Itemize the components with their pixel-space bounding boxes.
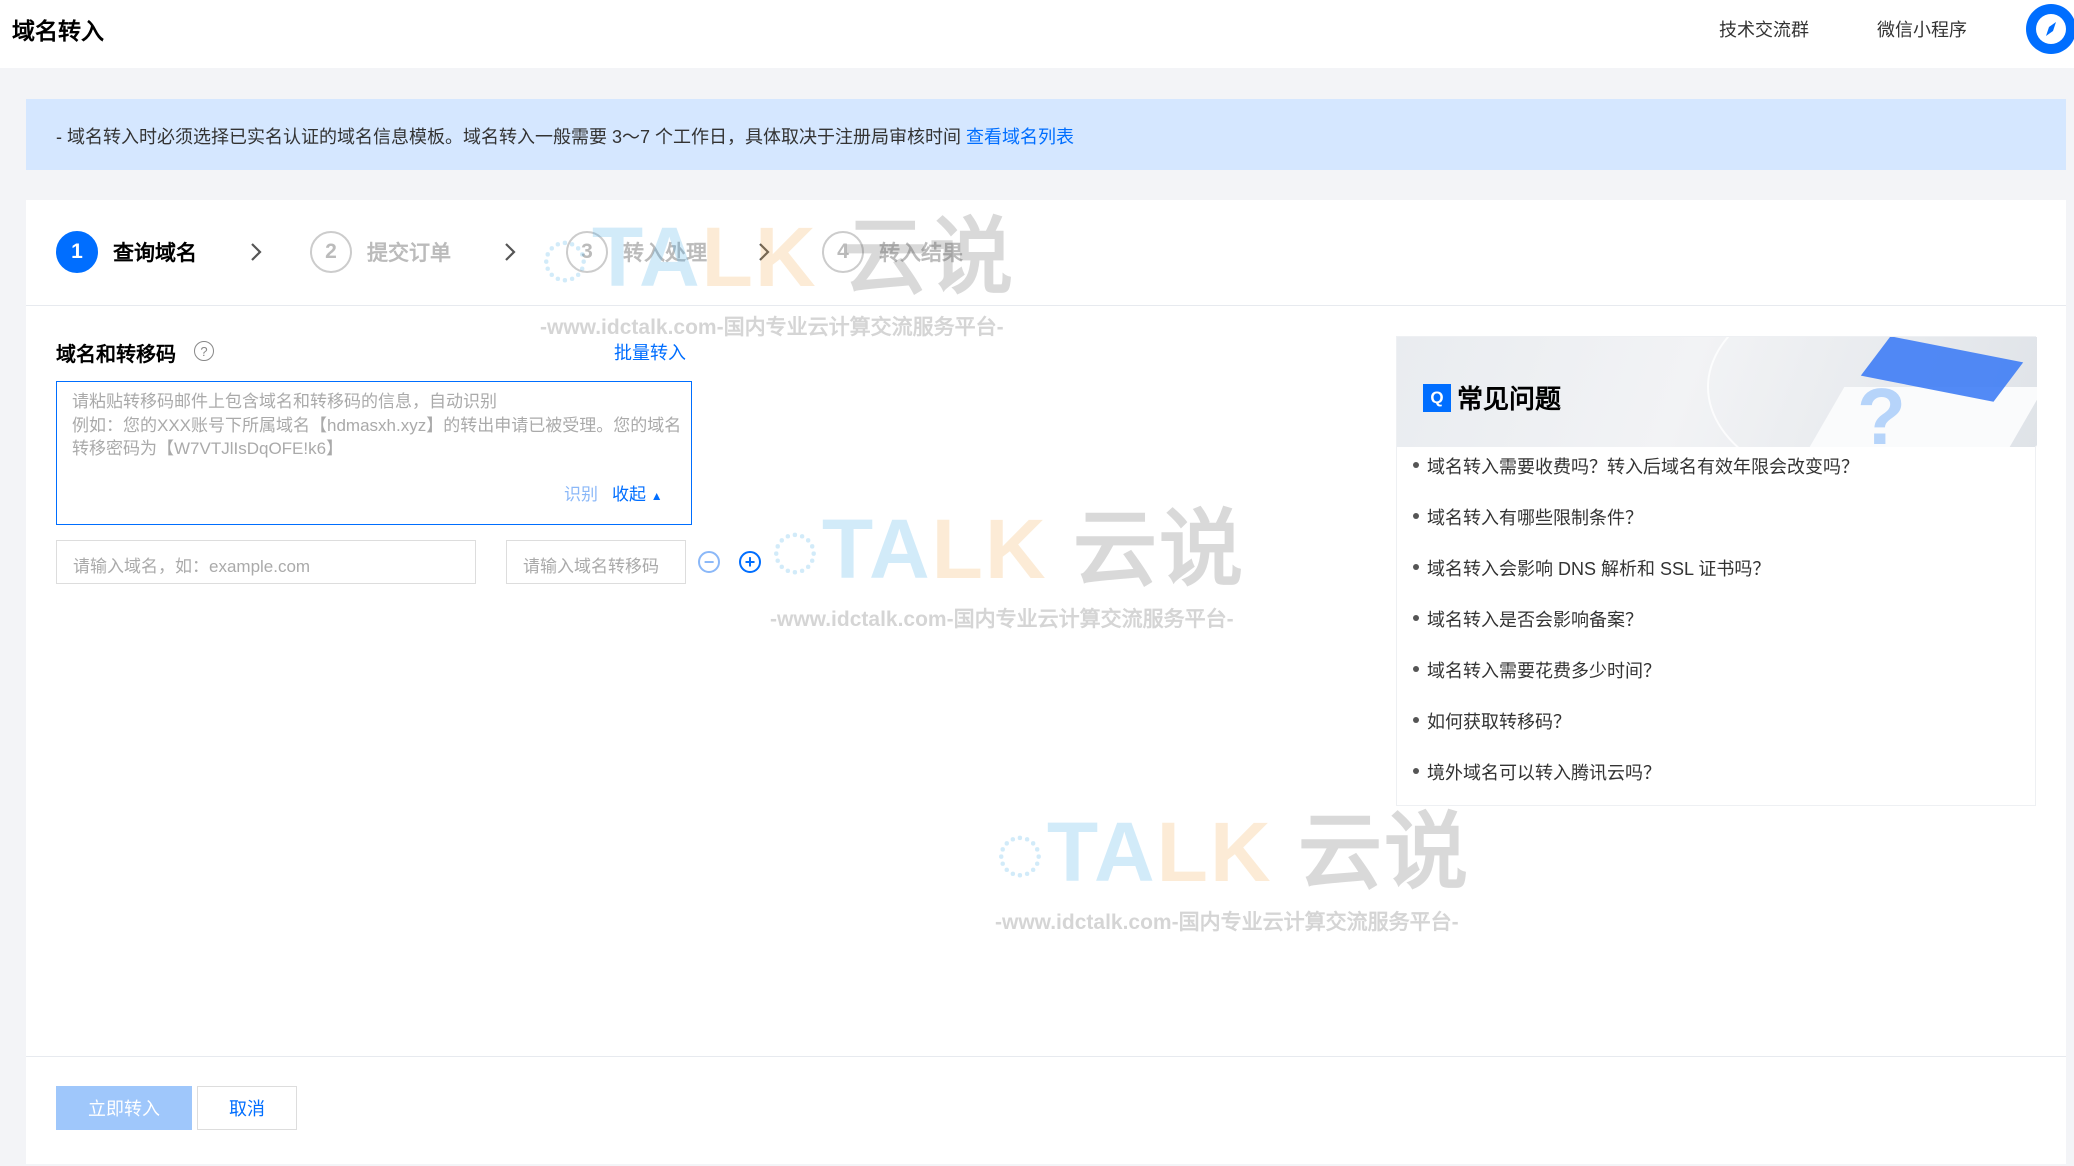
step-label: 提交订单 bbox=[367, 242, 451, 265]
chevron-right-icon bbox=[759, 243, 770, 261]
notice-banner: - 域名转入时必须选择已实名认证的域名信息模板。域名转入一般需要 3～7 个工作… bbox=[26, 99, 2066, 170]
domain-input[interactable]: 请输入域名，如：example.com bbox=[56, 540, 476, 584]
page-title: 域名转入 bbox=[12, 18, 104, 44]
faq-item[interactable]: 如何获取转移码？ bbox=[1397, 708, 2037, 759]
step-label: 转入结果 bbox=[879, 242, 963, 265]
transfer-code-input[interactable]: 请输入域名转移码 bbox=[506, 540, 686, 584]
faq-item[interactable]: 域名转入需要花费多少时间？ bbox=[1397, 657, 2037, 708]
faq-item[interactable]: 域名转入有哪些限制条件？ bbox=[1397, 504, 2037, 555]
step-label: 转入处理 bbox=[623, 242, 707, 265]
faq-item[interactable]: 域名转入会影响 DNS 解析和 SSL 证书吗？ bbox=[1397, 555, 2037, 606]
textarea-placeholder: 请粘贴转移码邮件上包含域名和转移码的信息，自动识别 例如：您的XXX账号下所属域… bbox=[72, 392, 682, 458]
compass-icon[interactable] bbox=[2026, 4, 2074, 54]
transfer-card: 1 查询域名 2 提交订单 3 转入处理 4 转入结果 域名和转移码 ? 批量转… bbox=[26, 200, 2066, 1164]
step-submit-order: 2 提交订单 bbox=[310, 231, 451, 273]
footer-divider bbox=[26, 1056, 2066, 1057]
tech-group-link[interactable]: 技术交流群 bbox=[1719, 16, 1809, 42]
help-icon[interactable]: ? bbox=[194, 341, 214, 361]
faq-item[interactable]: 域名转入是否会影响备案？ bbox=[1397, 606, 2037, 657]
step-label: 查询域名 bbox=[113, 242, 197, 265]
collapse-button[interactable]: 收起 ▲ bbox=[612, 480, 663, 505]
faq-item[interactable]: 域名转入需要收费吗？转入后域名有效年限会改变吗？ bbox=[1397, 453, 2037, 504]
wechat-miniprogram-link[interactable]: 微信小程序 bbox=[1877, 16, 1967, 42]
cancel-button[interactable]: 取消 bbox=[197, 1086, 297, 1130]
faq-title: 常见问题 bbox=[1457, 384, 1562, 414]
step-number: 3 bbox=[566, 231, 608, 273]
step-number: 2 bbox=[310, 231, 352, 273]
faq-header: Q 常见问题 bbox=[1423, 379, 1561, 416]
recognize-button[interactable]: 识别 bbox=[564, 480, 598, 505]
faq-panel: ? Q 常见问题 域名转入需要收费吗？转入后域名有效年限会改变吗？ 域名转入有哪… bbox=[1396, 336, 2037, 806]
faq-list: 域名转入需要收费吗？转入后域名有效年限会改变吗？ 域名转入有哪些限制条件？ 域名… bbox=[1397, 453, 2037, 810]
step-transfer-processing: 3 转入处理 bbox=[566, 231, 707, 273]
chevron-right-icon bbox=[505, 243, 516, 261]
faq-q-icon: Q bbox=[1423, 383, 1451, 412]
steps-bar: 1 查询域名 2 提交订单 3 转入处理 4 转入结果 bbox=[26, 200, 2066, 306]
step-number: 1 bbox=[56, 231, 98, 273]
domain-code-label: 域名和转移码 bbox=[56, 344, 176, 366]
collapse-label: 收起 bbox=[612, 485, 646, 504]
notice-text: - 域名转入时必须选择已实名认证的域名信息模板。域名转入一般需要 3～7 个工作… bbox=[56, 123, 1074, 149]
notice-message: - 域名转入时必须选择已实名认证的域名信息模板。域名转入一般需要 3～7 个工作… bbox=[56, 127, 967, 147]
submit-transfer-button[interactable]: 立即转入 bbox=[56, 1086, 192, 1130]
top-bar: 域名转入 技术交流群 微信小程序 bbox=[0, 0, 2074, 68]
caret-up-icon: ▲ bbox=[650, 489, 663, 503]
faq-banner: ? Q 常见问题 bbox=[1397, 337, 2037, 447]
step-transfer-result: 4 转入结果 bbox=[822, 231, 963, 273]
faq-item[interactable]: 境外域名可以转入腾讯云吗？ bbox=[1397, 759, 2037, 810]
add-row-icon[interactable]: + bbox=[739, 551, 761, 573]
batch-transfer-link[interactable]: 批量转入 bbox=[614, 339, 686, 365]
step-query-domain: 1 查询域名 bbox=[56, 231, 197, 273]
step-number: 4 bbox=[822, 231, 864, 273]
remove-row-icon[interactable]: − bbox=[698, 551, 720, 573]
question-mark-illustration: ? bbox=[1857, 372, 1906, 448]
view-domain-list-link[interactable]: 查看域名列表 bbox=[966, 127, 1074, 147]
chevron-right-icon bbox=[251, 243, 262, 261]
